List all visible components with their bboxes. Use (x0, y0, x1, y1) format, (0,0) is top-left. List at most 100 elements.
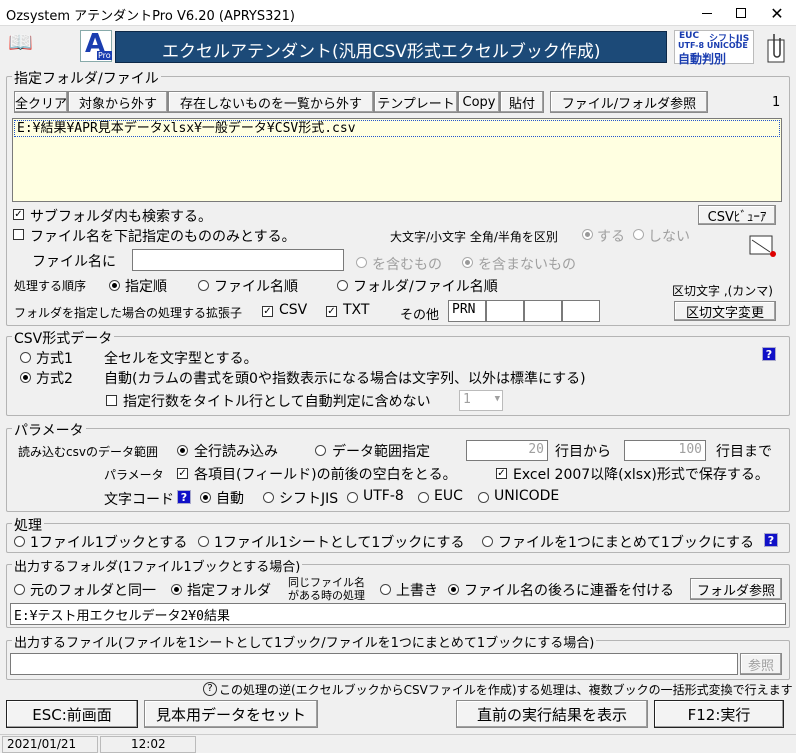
process-merge-radio[interactable] (482, 536, 493, 547)
ext-other-input-2[interactable] (486, 300, 524, 322)
status-time: 12:02 (100, 736, 196, 753)
question-icon: ? (203, 682, 217, 696)
template-button[interactable]: テンプレート (374, 91, 458, 113)
ext-txt-checkbox[interactable]: ✓ (326, 306, 337, 317)
clear-filter-icon[interactable] (748, 232, 778, 260)
process-merge-label: ファイルを1つにまとめて1ブックにする (498, 535, 754, 551)
not-contains-label: を含まないもの (478, 257, 576, 273)
ext-other-input-4[interactable] (562, 300, 600, 322)
range-spec-label: データ範囲指定 (332, 444, 430, 460)
ext-csv-checkbox[interactable]: ✓ (262, 306, 273, 317)
method1-label: 方式1 (36, 351, 73, 367)
encoding-auto-radio[interactable] (200, 492, 211, 503)
badge-euc: EUC (679, 31, 700, 41)
exclude-button[interactable]: 対象から外す (68, 91, 168, 113)
run-button[interactable]: F12:実行 (654, 700, 784, 728)
encoding-sjis-radio[interactable] (263, 492, 274, 503)
filename-only-checkbox[interactable] (13, 229, 24, 240)
order-filename-label: ファイル名順 (214, 279, 298, 295)
clear-all-button[interactable]: 全クリア (14, 91, 68, 113)
range-all-radio[interactable] (177, 445, 188, 456)
badge-auto: 自動判別 (678, 52, 727, 66)
csv-viewer-button[interactable]: CSVﾋﾞｭｰｱ (698, 205, 776, 225)
minimize-button[interactable] (690, 0, 724, 26)
title-rows-checkbox[interactable] (106, 395, 117, 406)
maximize-button[interactable] (724, 0, 758, 26)
badge-utf: UTF-8 UNICODE (678, 41, 748, 50)
out-folder-legend: 出力するフォルダ(1ファイル1ブックとする場合) (12, 556, 303, 575)
range-from-label: 行目から (555, 444, 611, 460)
chevron-down-icon[interactable]: ▼ (495, 394, 500, 404)
range-label: 読み込むcsvのデータ範囲 (18, 445, 158, 459)
xlsx-label: Excel 2007以降(xlsx)形式で保存する。 (513, 467, 769, 483)
last-result-button[interactable]: 直前の実行結果を表示 (456, 700, 648, 728)
case-yes-label: する (597, 229, 625, 245)
file-list[interactable]: E:¥結果¥APR見本データxlsx¥一般データ¥CSV形式.csv (12, 118, 782, 202)
title-rows-select[interactable]: 1 ▼ (459, 390, 503, 411)
remove-missing-button[interactable]: 存在しないものを一覧から外す (168, 91, 374, 113)
list-item[interactable]: E:¥結果¥APR見本データxlsx¥一般データ¥CSV形式.csv (14, 120, 780, 137)
status-bar: 2021/01/21 12:02 (0, 734, 796, 753)
encoding-help-icon[interactable]: ? (177, 490, 191, 504)
out-file-input[interactable] (10, 653, 738, 675)
esc-button[interactable]: ESC:前画面 (6, 700, 138, 728)
case-no-radio[interactable] (633, 229, 644, 240)
contains-label: を含むもの (372, 257, 442, 273)
overwrite-radio[interactable] (380, 584, 391, 595)
case-yes-radio[interactable] (582, 229, 593, 240)
append-serial-label: ファイル名の後ろに連番を付ける (464, 583, 674, 599)
xlsx-checkbox[interactable]: ✓ (496, 468, 507, 479)
book-icon[interactable]: 📖 (8, 32, 34, 52)
encoding-euc-radio[interactable] (418, 492, 429, 503)
range-spec-radio[interactable] (315, 445, 326, 456)
paste-button[interactable]: 貼付 (500, 91, 544, 113)
case-no-label: しない (648, 229, 690, 245)
delimiter-change-button[interactable]: 区切文字変更 (674, 301, 776, 321)
append-serial-radio[interactable] (448, 584, 459, 595)
specified-folder-radio[interactable] (171, 584, 182, 595)
encoding-unicode-label: UNICODE (494, 488, 560, 504)
trim-checkbox[interactable]: ✓ (177, 468, 188, 479)
contains-radio[interactable] (356, 257, 367, 268)
not-contains-radio[interactable] (462, 257, 473, 268)
filename-label: ファイル名に (32, 254, 116, 270)
csv-help-icon[interactable]: ? (762, 347, 776, 361)
out-file-browse-button[interactable]: 参照 (740, 653, 782, 675)
filename-input[interactable] (132, 249, 344, 271)
same-folder-radio[interactable] (14, 584, 25, 595)
order-filename-radio[interactable] (198, 280, 209, 291)
ext-txt-label: TXT (343, 302, 370, 318)
subfolder-checkbox[interactable]: ✓ (13, 209, 24, 220)
range-to-input[interactable]: 100 (624, 440, 706, 461)
close-button[interactable]: ✕ (758, 0, 796, 26)
reverse-note: この処理の逆(エクセルブックからCSVファイルを作成)する処理は、複数ブックの一… (219, 683, 793, 697)
logo-sub: Pro (97, 51, 112, 60)
process-per-file-radio[interactable] (14, 536, 25, 547)
window-title: Ozsystem アテンダントPro V6.20 (APRYS321) (6, 9, 295, 24)
range-from-input[interactable]: 20 (466, 440, 548, 461)
browse-file-folder-button[interactable]: ファイル/フォルダ参照 (550, 91, 708, 113)
clip-icon[interactable] (762, 32, 790, 66)
encoding-utf8-radio[interactable] (347, 492, 358, 503)
title-rows-value: 1 (463, 392, 471, 407)
ext-other-input-3[interactable] (524, 300, 562, 322)
folder-browse-button[interactable]: フォルダ参照 (690, 578, 782, 600)
ext-csv-label: CSV (279, 302, 308, 318)
copy-button[interactable]: Copy (458, 91, 500, 113)
order-folder-radio[interactable] (337, 280, 348, 291)
title-rows-label: 指定行数をタイトル行として自動判定に含めない (123, 394, 431, 410)
encoding-unicode-radio[interactable] (478, 492, 489, 503)
out-folder-input[interactable]: E:¥テスト用エクセルデータ2¥0結果 (10, 603, 786, 625)
trim-label: 各項目(フィールド)の前後の空白をとる。 (194, 467, 457, 483)
process-help-icon[interactable]: ? (764, 533, 778, 547)
process-per-sheet-radio[interactable] (198, 536, 209, 547)
order-specified-radio[interactable] (109, 280, 120, 291)
out-file-legend: 出力するファイル(ファイルを1シートとして1ブック/ファイルを1つにまとめて1ブ… (12, 632, 597, 651)
csv-legend: CSV形式データ (12, 328, 115, 348)
method1-radio[interactable] (20, 352, 31, 363)
ext-other-input-1[interactable]: PRN (448, 300, 486, 322)
sample-data-button[interactable]: 見本用データをセット (144, 700, 318, 728)
method2-radio[interactable] (20, 372, 31, 383)
encoding-sjis-label: シフトJIS (279, 491, 339, 507)
same-folder-label: 元のフォルダと同一 (30, 583, 156, 599)
